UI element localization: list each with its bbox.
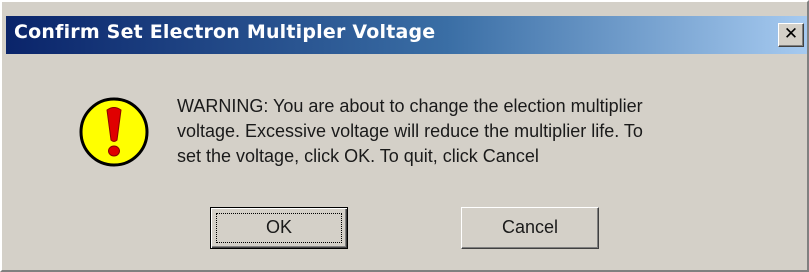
title-bar[interactable]: Confirm Set Electron Multipler Voltage ✕: [6, 16, 807, 54]
confirm-dialog: Confirm Set Electron Multipler Voltage ✕…: [0, 0, 809, 272]
cancel-button[interactable]: Cancel: [461, 207, 599, 249]
message-line: voltage. Excessive voltage will reduce t…: [177, 121, 643, 141]
message-line: set the voltage, click OK. To quit, clic…: [177, 146, 539, 166]
ok-button[interactable]: OK: [210, 207, 348, 249]
warning-message: WARNING: You are about to change the ele…: [177, 94, 767, 169]
message-line: WARNING: You are about to change the ele…: [177, 96, 643, 116]
dialog-title: Confirm Set Electron Multipler Voltage: [14, 21, 436, 43]
close-icon: ✕: [783, 24, 799, 44]
cancel-button-label: Cancel: [501, 217, 559, 237]
close-button[interactable]: ✕: [778, 23, 804, 47]
ok-button-label: OK: [265, 217, 292, 237]
warning-exclamation-icon: [79, 97, 149, 167]
